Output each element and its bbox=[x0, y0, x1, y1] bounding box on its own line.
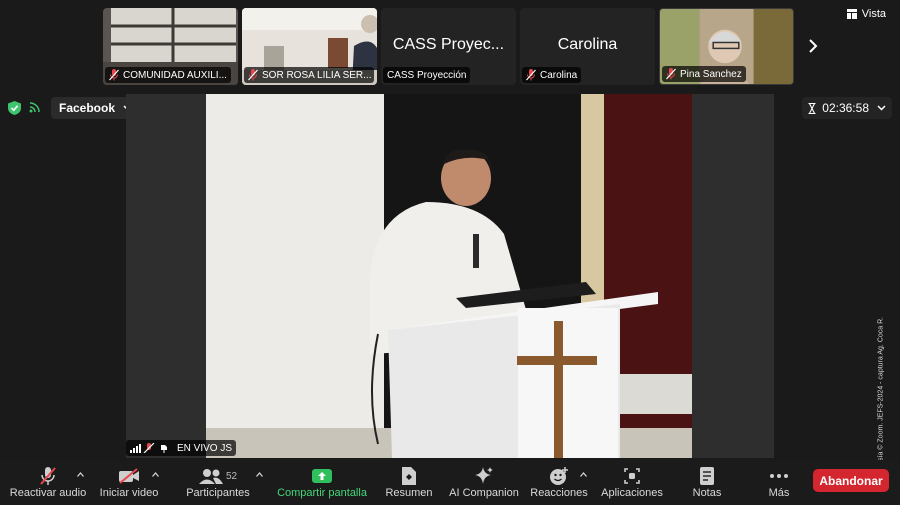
notes-button[interactable]: Notas bbox=[684, 460, 730, 505]
meeting-toolbar: Reactivar audio Iniciar video 52 Partici… bbox=[0, 460, 900, 505]
mic-muted-icon bbox=[526, 69, 536, 81]
reactions-button[interactable]: Reacciones bbox=[528, 460, 590, 505]
speaker-video-frame bbox=[126, 94, 774, 458]
mic-muted-icon bbox=[109, 69, 119, 81]
video-options-caret-icon[interactable] bbox=[152, 472, 159, 477]
ai-sparkle-icon bbox=[475, 467, 493, 484]
apps-button[interactable]: Aplicaciones bbox=[598, 460, 666, 505]
leave-meeting-button[interactable]: Abandonar bbox=[813, 469, 889, 492]
participant-display-name: Carolina bbox=[557, 36, 618, 53]
notes-label: Notas bbox=[692, 487, 722, 499]
summary-button[interactable]: Resumen bbox=[380, 460, 438, 505]
chevron-right-icon[interactable] bbox=[806, 38, 820, 54]
participants-options-caret-icon[interactable] bbox=[256, 472, 263, 477]
participant-name-tag: Pina Sanchez bbox=[662, 66, 746, 82]
summary-label: Resumen bbox=[385, 487, 433, 499]
mic-muted-icon bbox=[248, 69, 258, 81]
participant-tile[interactable]: CASS Proyec... CASS Proyección bbox=[381, 8, 516, 85]
unmute-audio-button[interactable]: Reactivar audio bbox=[8, 460, 88, 505]
unmute-audio-label: Reactivar audio bbox=[9, 487, 87, 499]
audio-options-caret-icon[interactable] bbox=[77, 472, 84, 477]
ai-companion-label: AI Companion bbox=[449, 487, 519, 499]
mic-muted-icon bbox=[666, 68, 676, 80]
more-dots-icon bbox=[770, 474, 788, 478]
view-label: Vista bbox=[861, 8, 886, 20]
reactions-label: Reacciones bbox=[530, 487, 588, 499]
participant-name-tag: SOR ROSA LILIA SER... bbox=[244, 67, 374, 83]
participant-tile[interactable]: Pina Sanchez bbox=[659, 8, 794, 85]
participant-tile[interactable]: SOR ROSA LILIA SER... bbox=[242, 8, 377, 85]
grid-view-icon bbox=[846, 9, 857, 19]
more-button[interactable]: Más bbox=[758, 460, 800, 505]
share-screen-button[interactable]: Compartir pantalla bbox=[274, 460, 370, 505]
summary-document-icon bbox=[402, 467, 416, 485]
security-shield-icon[interactable] bbox=[8, 101, 21, 115]
start-video-button[interactable]: Iniciar video bbox=[96, 460, 162, 505]
participants-label: Participantes bbox=[186, 487, 250, 499]
share-screen-icon bbox=[312, 469, 332, 483]
mic-muted-icon bbox=[40, 467, 56, 485]
participants-icon bbox=[198, 469, 223, 484]
notes-icon bbox=[700, 467, 714, 485]
share-screen-label: Compartir pantalla bbox=[277, 487, 367, 499]
participant-strip: COMUNIDAD AUXILI... SOR ROSA LILIA SER..… bbox=[103, 8, 795, 85]
ai-companion-button[interactable]: AI Companion bbox=[446, 460, 522, 505]
participant-name-tag: CASS Proyección bbox=[383, 67, 471, 83]
view-button[interactable]: Vista bbox=[846, 8, 886, 20]
active-speaker-video bbox=[126, 94, 774, 458]
timer-value: 02:36:58 bbox=[822, 101, 869, 115]
reactions-options-caret-icon[interactable] bbox=[580, 472, 587, 477]
video-off-icon bbox=[119, 468, 139, 484]
participants-count: 52 bbox=[225, 470, 238, 482]
chevron-down-icon bbox=[877, 105, 886, 111]
reactions-smiley-icon bbox=[550, 467, 568, 485]
connection-signal-icon[interactable] bbox=[29, 101, 41, 113]
hourglass-icon bbox=[808, 102, 816, 114]
participant-tile[interactable]: COMUNIDAD AUXILI... bbox=[103, 8, 238, 85]
signal-mic-off-icons bbox=[130, 443, 167, 453]
start-video-label: Iniciar video bbox=[99, 487, 159, 499]
participant-name-tag: Carolina bbox=[522, 67, 582, 83]
participant-tile[interactable]: Carolina Carolina bbox=[520, 8, 655, 85]
speaker-name-label: EN VIVO JS bbox=[177, 442, 233, 454]
apps-icon bbox=[624, 468, 640, 484]
livestream-label: Facebook bbox=[59, 101, 116, 115]
meeting-timer[interactable]: 02:36:58 bbox=[802, 97, 892, 119]
participant-name-tag: COMUNIDAD AUXILI... bbox=[105, 67, 231, 83]
speaker-name-tag: EN VIVO JS bbox=[126, 440, 237, 456]
participant-display-name: CASS Proyec... bbox=[392, 36, 505, 53]
more-label: Más bbox=[768, 487, 790, 499]
participants-button[interactable]: 52 Participantes bbox=[180, 460, 256, 505]
apps-label: Aplicaciones bbox=[601, 487, 663, 499]
